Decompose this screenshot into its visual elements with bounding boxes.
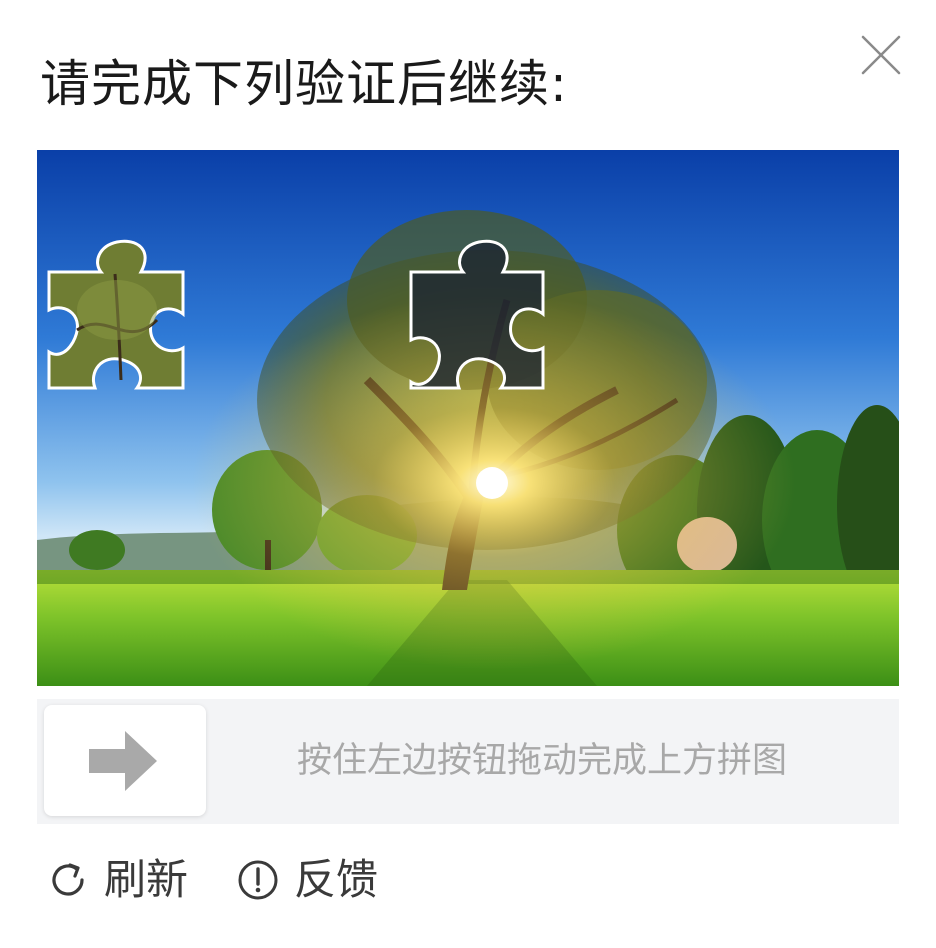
refresh-icon	[52, 863, 84, 896]
arrow-right-icon	[89, 731, 157, 791]
puzzle-image	[37, 150, 899, 686]
refresh-button[interactable]: 刷新	[46, 852, 188, 908]
alert-circle-icon	[238, 860, 278, 900]
captcha-dialog: 请完成下列验证后继续: 按住左边按钮拖动完成上方拼图 刷新 反馈	[0, 0, 936, 948]
dialog-title: 请完成下列验证后继续:	[40, 55, 568, 113]
slider-track: 按住左边按钮拖动完成上方拼图	[37, 699, 899, 824]
feedback-button[interactable]: 反馈	[236, 852, 378, 908]
slider-hint: 按住左边按钮拖动完成上方拼图	[297, 741, 788, 781]
feedback-label: 反馈	[294, 855, 379, 904]
close-icon	[861, 35, 901, 75]
refresh-label: 刷新	[104, 855, 189, 904]
slider-handle[interactable]	[44, 705, 206, 816]
close-button[interactable]	[860, 34, 902, 76]
